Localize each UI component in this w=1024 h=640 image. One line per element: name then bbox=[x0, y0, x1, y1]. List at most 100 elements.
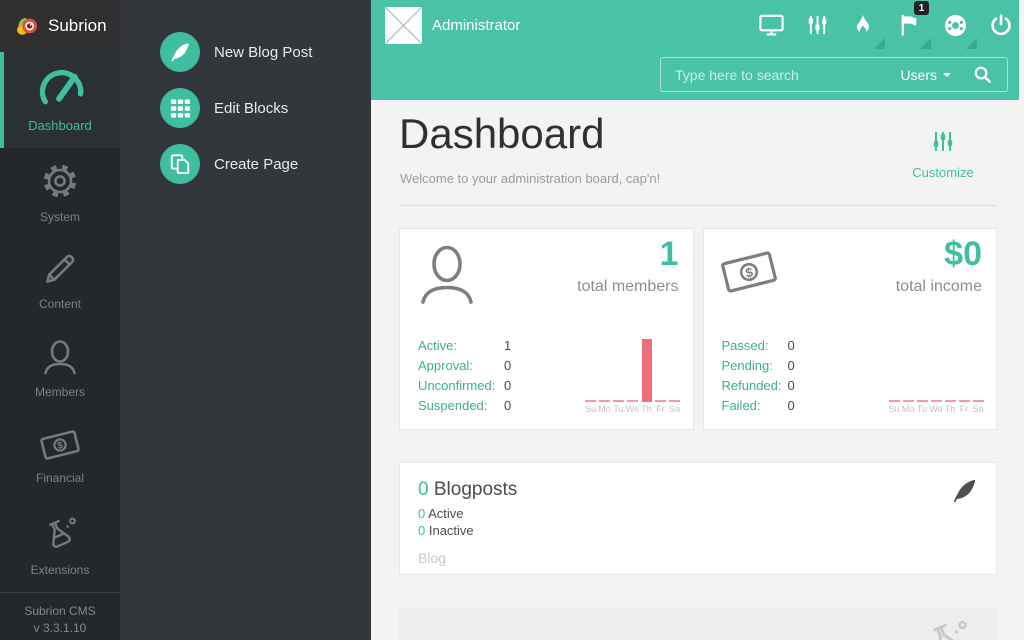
power-icon bbox=[989, 13, 1013, 37]
mini-chart-column: Mo bbox=[902, 339, 914, 414]
feather-icon bbox=[160, 32, 200, 72]
cache-button[interactable] bbox=[850, 0, 876, 50]
blogposts-card: 0 Blogposts 0 Active 0 Inactive Blog bbox=[399, 462, 997, 575]
mini-chart-bar bbox=[642, 339, 652, 402]
mini-chart-day-label: Mo bbox=[902, 404, 915, 414]
stat-value: 0 bbox=[788, 399, 795, 413]
quick-actions-panel: New Blog Post Edit Blocks Create Page bbox=[120, 0, 371, 640]
flask-icon bbox=[39, 512, 81, 554]
members-stats-list: Active:1 Approval:0 Unconfirmed:0 Suspen… bbox=[418, 339, 511, 413]
blogposts-active-line[interactable]: 0 Active bbox=[418, 506, 978, 521]
page-header: Dashboard Welcome to your administration… bbox=[371, 100, 1019, 205]
monitor-icon bbox=[759, 14, 784, 36]
search-bar: Users bbox=[660, 57, 1008, 92]
settings-button[interactable] bbox=[804, 0, 830, 50]
sidebar-item-financial[interactable]: $ Financial bbox=[0, 412, 120, 500]
blogposts-footer: Blog bbox=[418, 550, 978, 566]
sidebar-item-content[interactable]: Content bbox=[0, 236, 120, 324]
quick-action-new-blog-post[interactable]: New Blog Post bbox=[120, 24, 371, 80]
page-subtitle: Welcome to your administration board, ca… bbox=[400, 171, 660, 186]
customize-button[interactable]: Customize bbox=[903, 130, 983, 180]
stat-label[interactable]: Approval: bbox=[418, 359, 504, 373]
mini-chart-column: Su bbox=[585, 339, 597, 414]
extensions-card bbox=[399, 608, 997, 640]
sliders-icon bbox=[932, 130, 954, 153]
sidebar-item-members[interactable]: Members bbox=[0, 324, 120, 412]
total-income-card: $ $0 total income Passed:0 Pending:0 Ref… bbox=[703, 228, 998, 430]
feather-icon bbox=[951, 477, 978, 509]
total-income-caption: total income bbox=[896, 278, 982, 296]
blogposts-count: 0 bbox=[418, 479, 429, 500]
search-scope-dropdown[interactable]: Users bbox=[900, 67, 951, 83]
stat-value: 0 bbox=[788, 379, 795, 393]
header-divider bbox=[399, 205, 997, 206]
quick-action-create-page[interactable]: Create Page bbox=[120, 136, 371, 192]
mini-chart-day-label: Tu bbox=[613, 404, 623, 414]
stat-label[interactable]: Passed: bbox=[722, 339, 788, 353]
total-members-value: 1 bbox=[660, 235, 679, 274]
inactive-count: 0 bbox=[418, 523, 425, 538]
stat-label[interactable]: Suspended: bbox=[418, 399, 504, 413]
stat-label[interactable]: Unconfirmed: bbox=[418, 379, 504, 393]
mini-chart-day-label: Fr bbox=[960, 404, 969, 414]
mini-chart-column: Fr bbox=[655, 339, 667, 414]
mini-chart-day-label: We bbox=[929, 404, 942, 414]
gear-icon bbox=[40, 161, 80, 201]
logout-button[interactable] bbox=[988, 0, 1014, 50]
help-button[interactable] bbox=[942, 0, 968, 50]
quick-action-label: Create Page bbox=[214, 156, 298, 173]
income-mini-chart: SuMoTuWeThFrSa bbox=[888, 339, 984, 414]
mini-chart-day-label: Th bbox=[641, 404, 652, 414]
mini-chart-dash bbox=[655, 400, 666, 402]
sidebar-item-label: System bbox=[40, 210, 80, 224]
subrion-logo-icon bbox=[14, 13, 40, 39]
stat-value: 0 bbox=[788, 359, 795, 373]
mini-chart-dash bbox=[613, 400, 624, 402]
search-icon[interactable] bbox=[973, 65, 992, 84]
stat-label[interactable]: Refunded: bbox=[722, 379, 788, 393]
sidebar-item-label: Members bbox=[35, 385, 85, 399]
sidebar-item-label: Content bbox=[39, 297, 81, 311]
mini-chart-day-label: We bbox=[626, 404, 639, 414]
mini-chart-dash bbox=[917, 400, 928, 402]
total-income-value: $0 bbox=[944, 235, 982, 274]
mini-chart-dash bbox=[973, 400, 984, 402]
stat-value: 1 bbox=[504, 339, 511, 353]
scrollbar-track[interactable] bbox=[1019, 0, 1024, 640]
mini-chart-column: Su bbox=[888, 339, 900, 414]
money-bill-icon: $ bbox=[716, 247, 782, 302]
mini-chart-dash bbox=[903, 400, 914, 402]
pencil-icon bbox=[41, 250, 79, 288]
quick-action-edit-blocks[interactable]: Edit Blocks bbox=[120, 80, 371, 136]
sidebar-item-system[interactable]: System bbox=[0, 148, 120, 236]
flag-icon bbox=[898, 13, 921, 37]
topbar-icon-row: 1 bbox=[758, 0, 1014, 50]
sidebar-item-extensions[interactable]: Extensions bbox=[0, 500, 120, 588]
mini-chart-dash bbox=[959, 400, 970, 402]
grid-icon bbox=[160, 88, 200, 128]
mini-chart-dash bbox=[585, 400, 596, 402]
brand-logo[interactable]: Subrion bbox=[0, 0, 120, 52]
mini-chart-column: We bbox=[627, 339, 639, 414]
user-menu[interactable]: Administrator bbox=[385, 7, 520, 44]
mini-chart-column: Th bbox=[944, 339, 956, 414]
main-content: Dashboard Welcome to your administration… bbox=[371, 100, 1019, 640]
notification-badge: 1 bbox=[914, 1, 929, 15]
stat-label[interactable]: Pending: bbox=[722, 359, 788, 373]
stat-label[interactable]: Failed: bbox=[722, 399, 788, 413]
stat-label[interactable]: Active: bbox=[418, 339, 504, 353]
mini-chart-dash bbox=[599, 400, 610, 402]
mini-chart-day-label: Th bbox=[945, 404, 956, 414]
view-site-button[interactable] bbox=[758, 0, 784, 50]
blogposts-title-label: Blogposts bbox=[434, 479, 517, 500]
notifications-button[interactable]: 1 bbox=[896, 0, 922, 50]
stat-cards-row: 1 total members Active:1 Approval:0 Unco… bbox=[399, 228, 997, 430]
blogposts-title[interactable]: 0 Blogposts bbox=[418, 479, 978, 501]
search-input[interactable] bbox=[661, 67, 900, 83]
inactive-label: Inactive bbox=[429, 523, 474, 538]
blogposts-inactive-line[interactable]: 0 Inactive bbox=[418, 523, 978, 538]
sidebar-item-dashboard[interactable]: Dashboard bbox=[0, 52, 120, 148]
mini-chart-column: Tu bbox=[916, 339, 928, 414]
avatar bbox=[385, 7, 422, 44]
active-label: Active bbox=[428, 506, 463, 521]
